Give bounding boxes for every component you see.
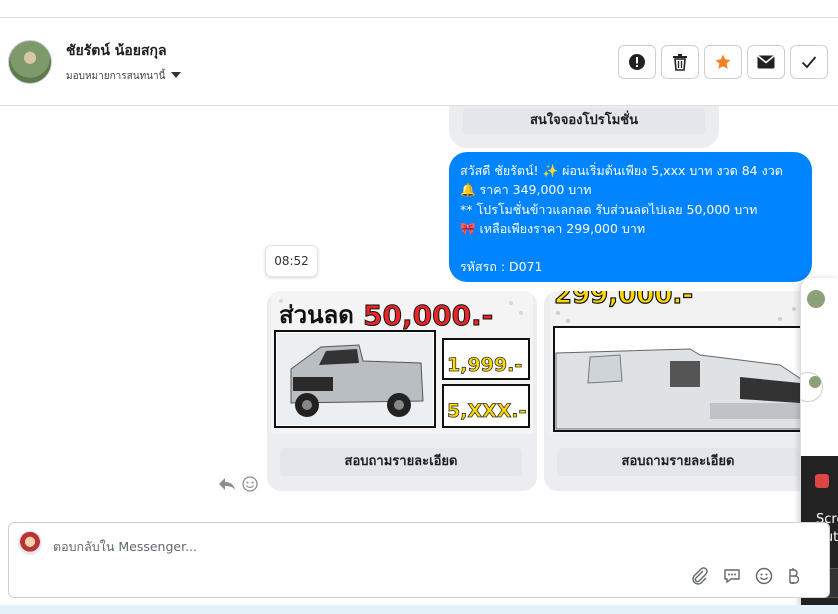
preview-avatar [807,290,825,308]
caret-down-icon [171,72,182,78]
promo-image[interactable]: ส่วนลด 50,000.- 1,999.- 5,XXX.- [271,291,533,434]
paperclip-icon[interactable] [691,567,709,585]
previous-template-message: สนใจจองโปรโมชั่น [449,106,719,148]
reply-icon[interactable] [218,476,236,492]
ask-details-button[interactable]: สอบถามรายละเอียด [557,448,799,476]
page-avatar [18,531,42,555]
mark-done-button[interactable] [790,45,828,79]
mark-spam-button[interactable] [618,45,656,79]
img-headline: ส่วนลด [279,301,354,329]
img-amount: 50,000.- [363,299,493,332]
reply-composer: ตอบกลับใน Messenger... [8,522,830,598]
outgoing-message-bubble: สวัสดี ชัยรัตน์! ✨ ผ่อนเริ่มต้นเพียง 5,x… [449,152,812,282]
img-amount: 299,000.- [554,291,693,310]
conversation-actions [618,45,828,79]
top-strip [0,0,838,18]
assign-label: มอบหมายการสนทนานี้ [66,71,166,82]
ask-details-button[interactable]: สอบถามรายละเอียด [280,448,522,476]
star-icon [715,54,731,69]
conversation-header: ชัยรัตน์ น้อยสกุล มอบหมายการสนทนานี้ [0,18,838,106]
img-price-1: 1,999.- [447,354,522,376]
bottom-strip [0,605,838,614]
alert-icon [629,54,645,70]
message-line: 🎀 เหลือเพียงราคา 299,000 บาท [460,220,646,236]
reply-input[interactable]: ตอบกลับใน Messenger... [53,537,197,557]
timestamp-tooltip: 08:52 [265,245,318,277]
payment-icon[interactable] [787,567,799,585]
message-line: รหัสรถ : D071 [460,259,543,275]
mark-unread-button[interactable] [747,45,785,79]
delete-button[interactable] [661,45,699,79]
promo-image[interactable]: 299,000.- [550,291,808,434]
book-promotion-button[interactable]: สนใจจองโปรโมชั่น [463,108,705,134]
message-line: ** โปรโมชั่นข้าวแลกลด รับส่วนลดไปเลย 50,… [460,201,758,217]
envelope-icon [757,55,775,69]
emoji-react-icon[interactable] [242,476,258,492]
trash-icon [673,54,687,71]
message-line [460,238,801,257]
contact-name[interactable]: ชัยรัตน์ น้อยสกุล [66,40,167,62]
saved-reply-icon[interactable] [723,567,741,585]
check-icon [801,56,817,69]
carousel-card: 299,000.- สอบถามรายละเอียด [544,291,814,491]
star-button[interactable] [704,45,742,79]
img-price-2: 5,XXX.- [447,400,527,422]
message-line: สวัสดี ชัยรัตน์! ✨ ผ่อนเริ่มต้นเพียง 5,x… [460,163,783,178]
assign-conversation-dropdown[interactable]: มอบหมายการสนทนานี้ [66,69,182,84]
emoji-icon[interactable] [755,567,773,585]
composer-tools [691,567,799,585]
message-actions [218,476,258,492]
carousel-card: ส่วนลด 50,000.- 1,999.- 5,XXX.- สอบถามรา… [267,291,537,491]
message-line: 🔔 ราคา 349,000 บาท [460,182,592,198]
app-icon [815,474,829,488]
contact-avatar[interactable] [8,40,52,84]
preview-avatar [809,376,821,388]
message-thread[interactable]: สนใจจองโปรโมชั่น สวัสดี ชัยรัตน์! ✨ ผ่อน… [0,106,838,514]
